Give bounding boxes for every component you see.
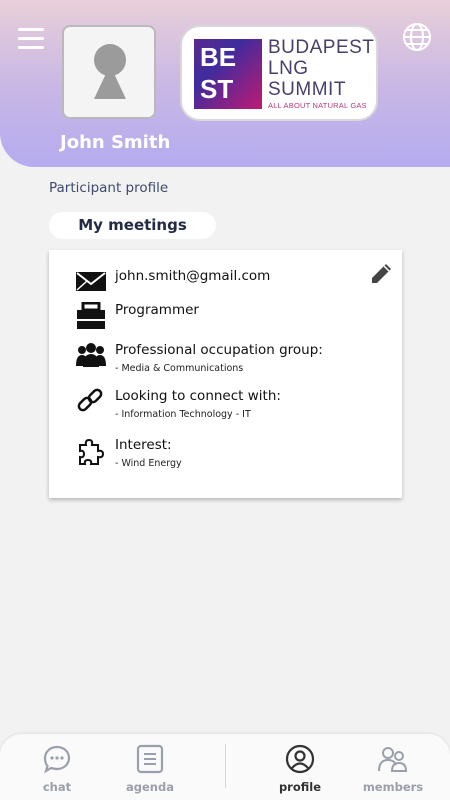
avatar[interactable] xyxy=(62,25,156,119)
event-logo: BE ST BUDAPEST LNG SUMMIT ALL ABOUT NATU… xyxy=(180,25,378,121)
pencil-icon[interactable] xyxy=(369,262,393,288)
section-title: Participant profile xyxy=(49,180,169,196)
globe-icon[interactable] xyxy=(402,22,432,52)
job-title-text: Programmer xyxy=(115,302,199,318)
nav-divider xyxy=(225,744,226,788)
occupation-value: - Media & Communications xyxy=(115,363,244,374)
profile-card: john.smith@gmail.com Programmer Professi… xyxy=(49,250,402,498)
profile-header: John Smith BE ST BUDAPEST LNG SUMMIT ALL… xyxy=(0,0,450,167)
agenda-icon xyxy=(136,744,164,774)
occupation-label: Professional occupation group: xyxy=(115,342,323,358)
nav-members[interactable]: members xyxy=(358,744,428,794)
logo-text: BUDAPEST LNG SUMMIT ALL ABOUT NATURAL GA… xyxy=(268,37,375,110)
link-icon xyxy=(75,388,107,414)
logo-mark: BE ST xyxy=(194,39,262,109)
nav-chat[interactable]: chat xyxy=(22,744,92,794)
connect-value: - Information Technology - IT xyxy=(115,409,251,420)
members-icon xyxy=(378,747,408,772)
bottom-navigation: chat agenda profile members xyxy=(0,734,450,800)
group-icon xyxy=(75,342,107,368)
user-placeholder-icon xyxy=(94,44,126,99)
nav-agenda[interactable]: agenda xyxy=(115,744,185,794)
envelope-icon xyxy=(75,268,107,294)
connect-label: Looking to connect with: xyxy=(115,388,281,404)
puzzle-piece-icon xyxy=(75,437,107,465)
interest-label: Interest: xyxy=(115,437,172,453)
chat-icon xyxy=(43,745,71,774)
hamburger-menu-icon[interactable] xyxy=(18,28,44,50)
email-text: john.smith@gmail.com xyxy=(115,268,271,284)
profile-icon xyxy=(285,744,315,774)
interest-value: - Wind Energy xyxy=(115,458,182,469)
briefcase-icon xyxy=(75,301,107,329)
nav-profile[interactable]: profile xyxy=(265,744,335,794)
my-meetings-tab[interactable]: My meetings xyxy=(49,212,216,239)
user-name: John Smith xyxy=(60,132,171,153)
